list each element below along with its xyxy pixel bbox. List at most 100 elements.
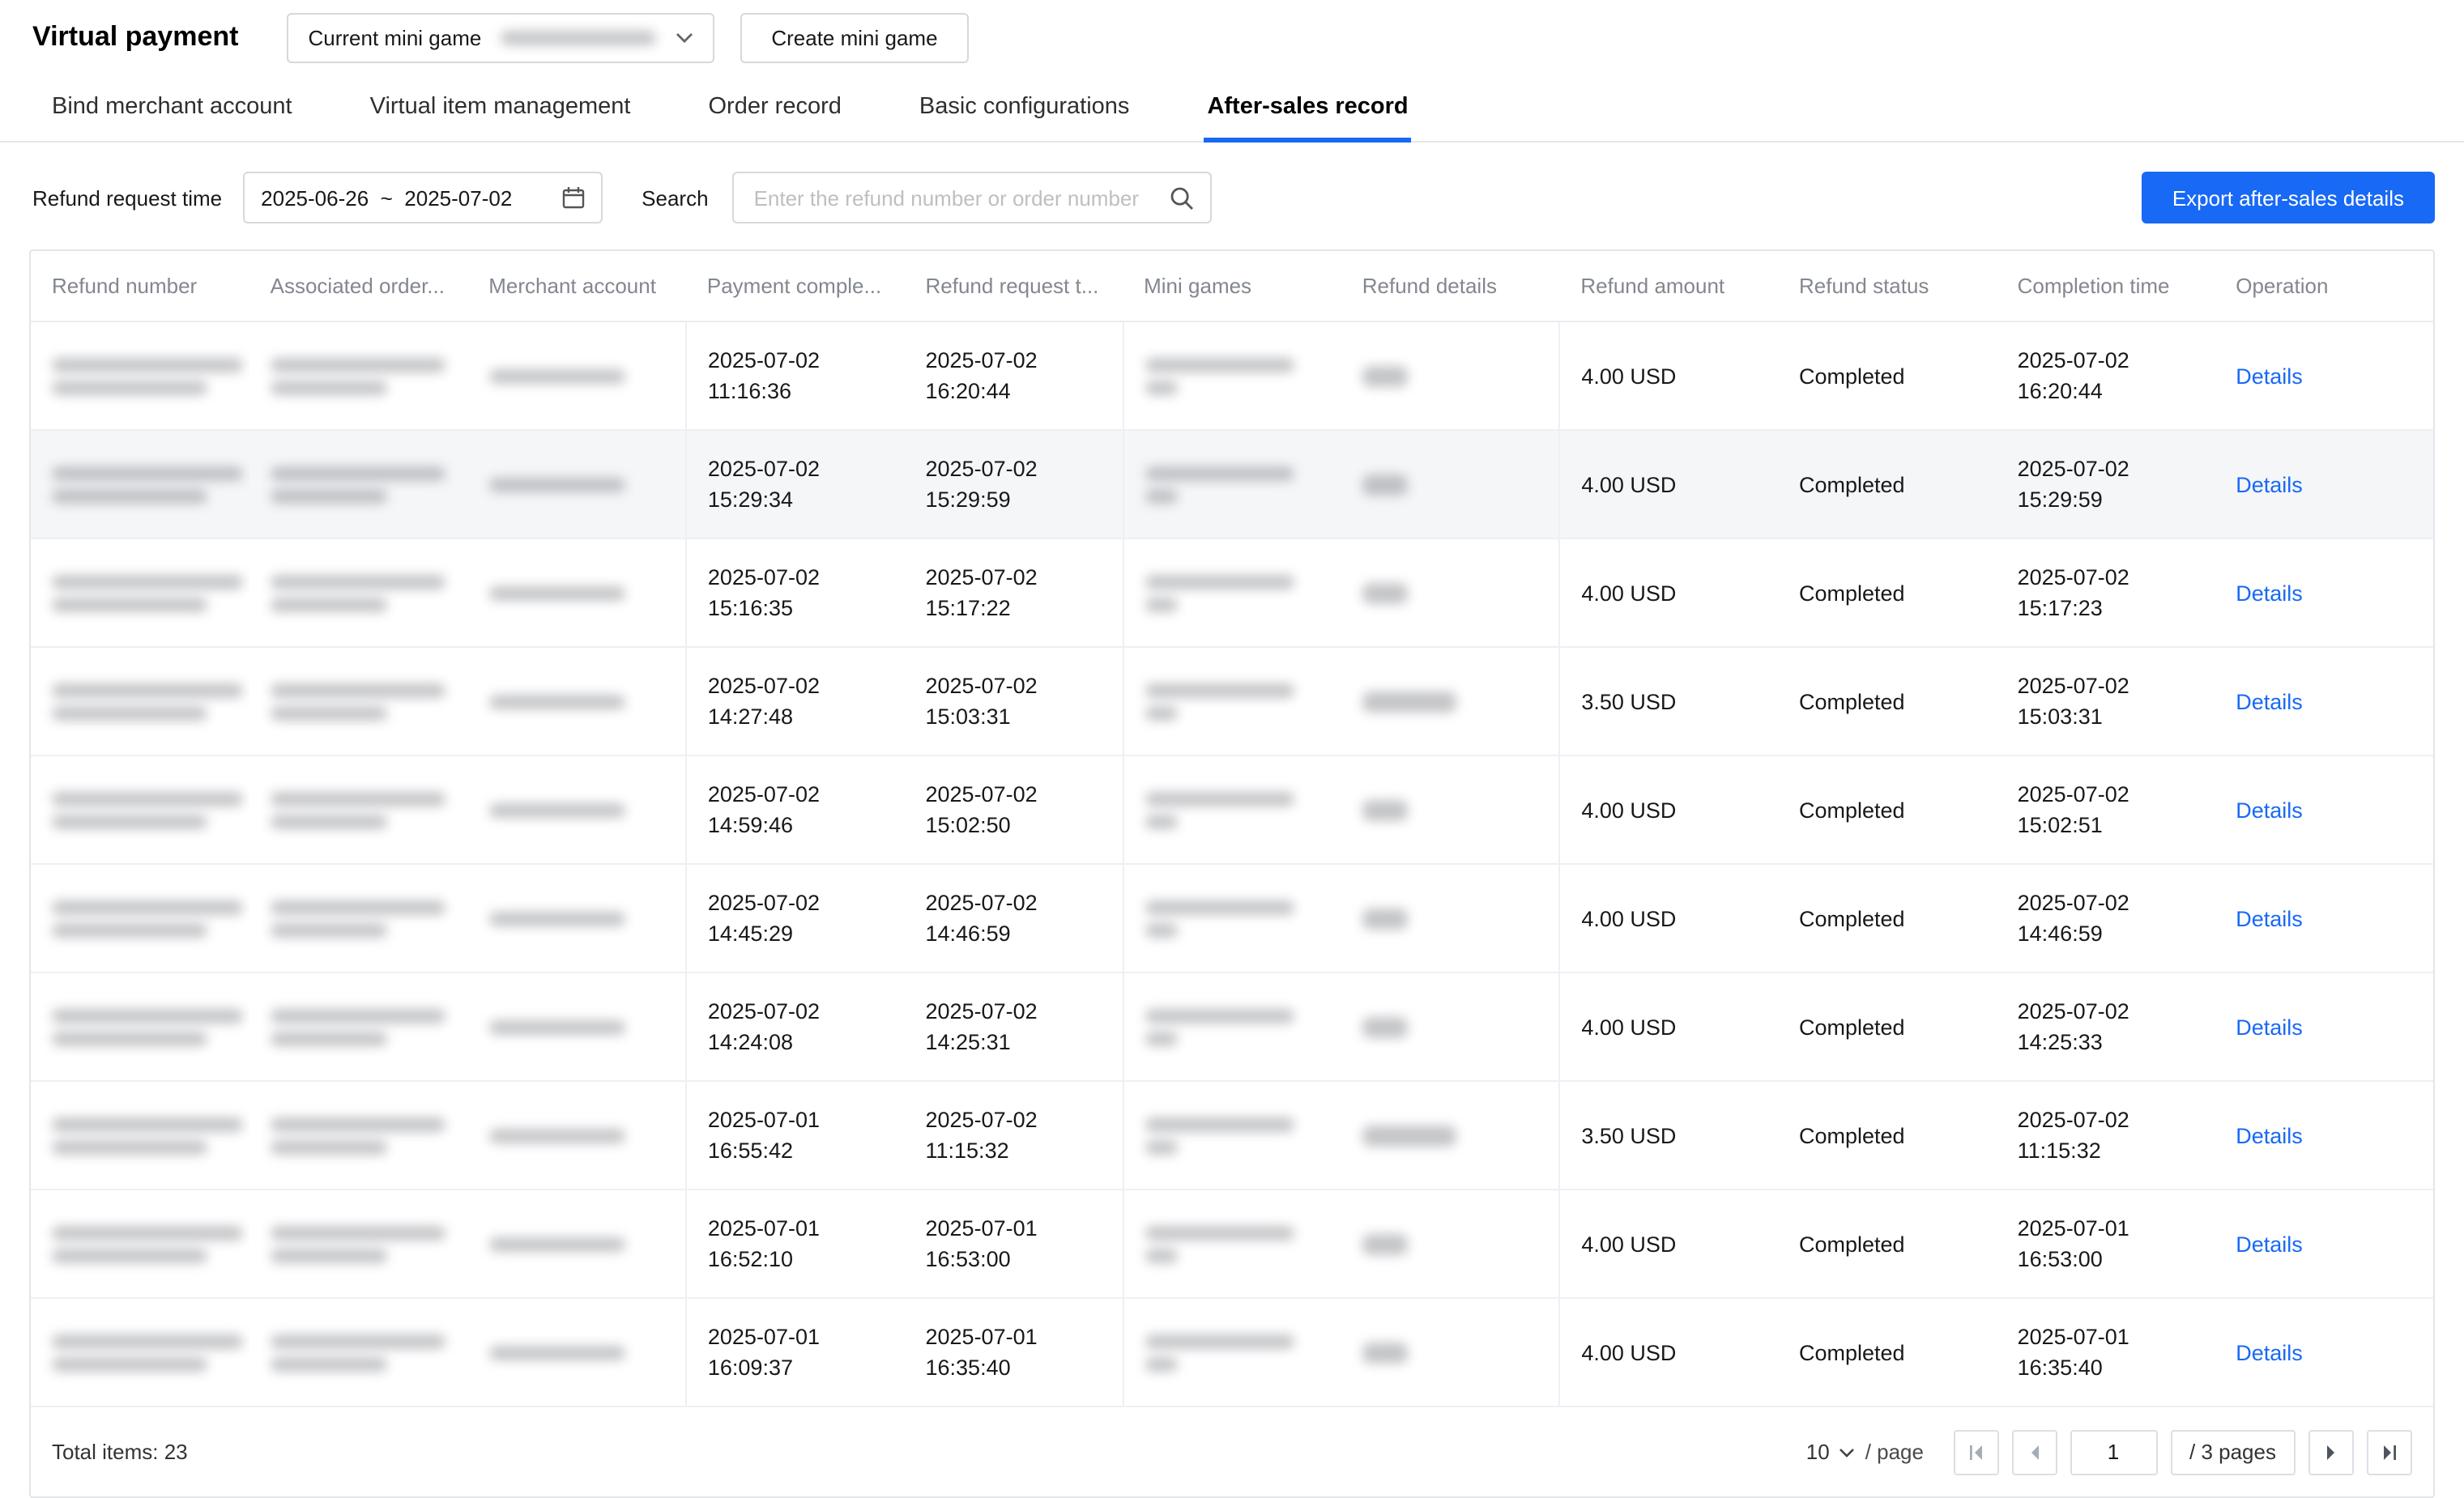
- virtual-payment-page: Virtual payment Current mini game Create…: [0, 0, 2464, 1477]
- mini-games-cell: [1123, 864, 1341, 972]
- details-link[interactable]: Details: [2236, 798, 2303, 822]
- details-link[interactable]: Details: [2236, 689, 2303, 713]
- details-link[interactable]: Details: [2236, 1232, 2303, 1256]
- table-row: 2025-07-02 14:24:08 2025-07-02 14:25:31 …: [31, 972, 2433, 1081]
- details-link[interactable]: Details: [2236, 581, 2303, 605]
- date-range-picker[interactable]: 2025-06-26 ~ 2025-07-02: [243, 172, 603, 223]
- details-link[interactable]: Details: [2236, 1015, 2303, 1039]
- table-row: 2025-07-01 16:55:42 2025-07-02 11:15:32 …: [31, 1081, 2433, 1189]
- request-time: 11:15:32: [926, 1135, 1110, 1166]
- completion-date: 2025-07-02: [2018, 779, 2202, 810]
- prev-page-icon: [2024, 1442, 2044, 1462]
- associated-order-cell: [249, 538, 468, 647]
- first-page-button[interactable]: [1953, 1429, 1998, 1475]
- refund-status-cell: Completed: [1778, 430, 1997, 538]
- mini-games-cell: [1123, 647, 1341, 755]
- mini-games-cell: [1123, 538, 1341, 647]
- redacted-refund-details: [1362, 1125, 1456, 1146]
- redacted-mini-game: [1145, 1139, 1177, 1154]
- refund-status-cell: Completed: [1778, 321, 1997, 430]
- export-after-sales-button[interactable]: Export after-sales details: [2142, 172, 2435, 223]
- mini-games-cell: [1123, 430, 1341, 538]
- total-pages: / 3 pages: [2170, 1429, 2296, 1475]
- redacted-mini-game: [1145, 791, 1294, 806]
- redacted-mini-game: [1145, 705, 1177, 720]
- search-box: [733, 172, 1213, 223]
- completion-time: 16:20:44: [2018, 376, 2202, 406]
- after-sales-table: Refund number Associated order... Mercha…: [29, 249, 2435, 1498]
- refund-amount-cell: 3.50 USD: [1559, 1081, 1778, 1189]
- redacted-order-number: [271, 900, 445, 914]
- details-link[interactable]: Details: [2236, 472, 2303, 496]
- current-mini-game-select[interactable]: Current mini game: [287, 12, 714, 62]
- table-row: 2025-07-01 16:52:10 2025-07-01 16:53:00 …: [31, 1189, 2433, 1298]
- redacted-order-number: [271, 1117, 445, 1131]
- refund-status-cell: Completed: [1778, 1081, 1997, 1189]
- details-link[interactable]: Details: [2236, 1340, 2303, 1364]
- associated-order-cell: [249, 864, 468, 972]
- request-time: 16:53:00: [926, 1244, 1110, 1275]
- payment-date: 2025-07-02: [708, 453, 892, 484]
- create-mini-game-button[interactable]: Create mini game: [740, 12, 968, 62]
- request-time: 16:35:40: [926, 1352, 1110, 1383]
- completion-time-cell: 2025-07-02 14:46:59: [1997, 864, 2215, 972]
- last-page-button[interactable]: [2367, 1429, 2412, 1475]
- refund-details-cell: [1341, 430, 1560, 538]
- column-header-refund-details: Refund details: [1341, 251, 1560, 321]
- redacted-merchant-account: [488, 1019, 625, 1034]
- table-row: 2025-07-02 15:29:34 2025-07-02 15:29:59 …: [31, 430, 2433, 538]
- refund-request-cell: 2025-07-02 15:02:50: [905, 755, 1123, 864]
- column-header-refund-number: Refund number: [31, 251, 249, 321]
- associated-order-cell: [249, 755, 468, 864]
- column-header-payment-completion: Payment comple...: [686, 251, 905, 321]
- redacted-refund-number: [52, 814, 207, 828]
- details-link[interactable]: Details: [2236, 906, 2303, 930]
- redacted-refund-details: [1362, 474, 1408, 495]
- details-link[interactable]: Details: [2236, 1123, 2303, 1147]
- column-header-refund-status: Refund status: [1778, 251, 1997, 321]
- search-input[interactable]: [751, 184, 1170, 211]
- redacted-refund-number: [52, 705, 207, 720]
- refund-request-time-label: Refund request time: [32, 185, 222, 210]
- refund-number-cell: [31, 1189, 249, 1298]
- search-icon[interactable]: [1170, 185, 1195, 210]
- tab-bind-merchant-account[interactable]: Bind merchant account: [49, 84, 296, 141]
- redacted-merchant-account: [488, 1345, 625, 1360]
- mini-games-cell: [1123, 1081, 1341, 1189]
- completion-time-cell: 2025-07-02 15:17:23: [1997, 538, 2215, 647]
- column-header-merchant-account: Merchant account: [467, 251, 686, 321]
- operation-cell: Details: [2215, 321, 2433, 430]
- operation-cell: Details: [2215, 538, 2433, 647]
- refund-status-cell: Completed: [1778, 755, 1997, 864]
- page-size-select[interactable]: 10: [1806, 1440, 1856, 1464]
- chevron-down-icon: [676, 32, 693, 43]
- mini-games-cell: [1123, 321, 1341, 430]
- table-row: 2025-07-02 14:59:46 2025-07-02 15:02:50 …: [31, 755, 2433, 864]
- details-link[interactable]: Details: [2236, 364, 2303, 388]
- completion-date: 2025-07-02: [2018, 562, 2202, 593]
- tab-basic-configurations[interactable]: Basic configurations: [916, 84, 1133, 141]
- refund-number-cell: [31, 864, 249, 972]
- redacted-mini-game-name: [501, 30, 656, 45]
- redacted-order-number: [271, 1334, 445, 1348]
- tab-order-record[interactable]: Order record: [706, 84, 845, 141]
- search-label: Search: [642, 185, 708, 210]
- completion-time-cell: 2025-07-01 16:53:00: [1997, 1189, 2215, 1298]
- prev-page-button[interactable]: [2011, 1429, 2057, 1475]
- refund-details-cell: [1341, 647, 1560, 755]
- redacted-mini-game: [1145, 683, 1294, 697]
- completion-date: 2025-07-02: [2018, 453, 2202, 484]
- column-header-mini-games: Mini games: [1123, 251, 1341, 321]
- merchant-account-cell: [467, 538, 686, 647]
- payment-time: 16:52:10: [708, 1244, 892, 1275]
- request-date: 2025-07-01: [926, 1213, 1110, 1244]
- payment-completion-cell: 2025-07-02 14:27:48: [686, 647, 905, 755]
- payment-date: 2025-07-02: [708, 887, 892, 918]
- refund-status-cell: Completed: [1778, 1298, 1997, 1407]
- tab-after-sales-record[interactable]: After-sales record: [1204, 84, 1411, 141]
- page-number-input[interactable]: [2070, 1429, 2157, 1475]
- tab-virtual-item-management[interactable]: Virtual item management: [367, 84, 634, 141]
- redacted-refund-details: [1362, 1233, 1408, 1254]
- request-time: 15:17:22: [926, 593, 1110, 623]
- next-page-button[interactable]: [2308, 1429, 2354, 1475]
